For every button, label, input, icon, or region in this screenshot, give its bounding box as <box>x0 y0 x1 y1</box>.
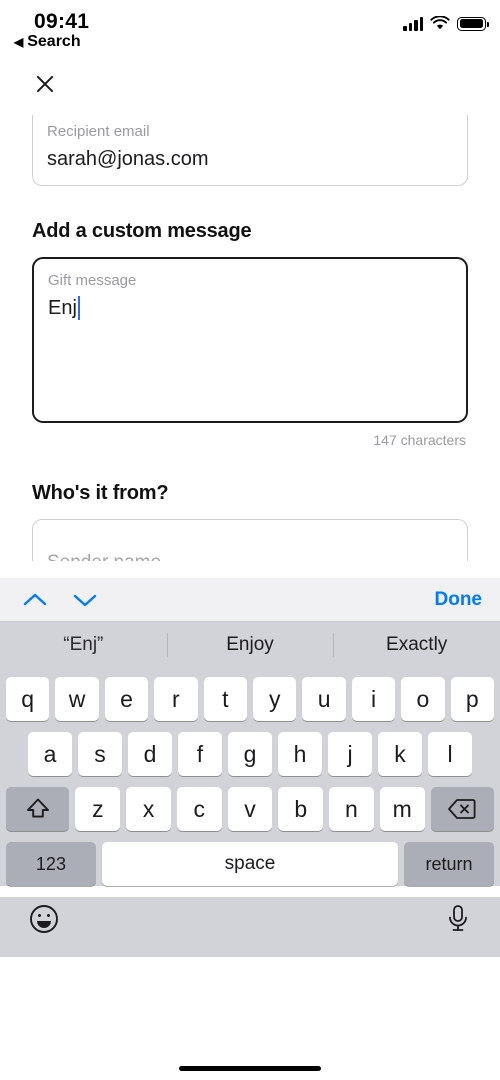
keyboard-row-2: a s d f g h j k l <box>3 732 497 776</box>
wifi-icon <box>430 16 450 30</box>
sender-name-field[interactable]: Sender name <box>32 519 468 561</box>
suggestion-item-2[interactable]: Exactly <box>333 622 500 668</box>
sender-name-label: Sender name <box>47 552 453 561</box>
battery-icon <box>457 16 489 31</box>
suggestion-item-0[interactable]: “Enj” <box>0 622 167 668</box>
key-w[interactable]: w <box>55 677 99 721</box>
numeric-keyboard-button[interactable]: 123 <box>6 842 96 886</box>
key-e[interactable]: e <box>104 677 149 721</box>
key-i[interactable]: i <box>351 677 396 721</box>
back-arrow-icon: ◀ <box>14 35 24 49</box>
return-key[interactable]: return <box>404 842 494 886</box>
key-u[interactable]: u <box>302 677 346 721</box>
custom-message-heading: Add a custom message <box>32 220 252 242</box>
recipient-email-label: Recipient email <box>47 123 150 140</box>
key-v[interactable]: v <box>227 787 273 831</box>
chevron-up-icon[interactable] <box>18 583 52 617</box>
keyboard-row-1: q w e r t y u i o p <box>3 677 497 721</box>
sender-heading: Who's it from? <box>32 482 169 504</box>
gift-message-input[interactable]: Gift message Enj <box>32 257 468 423</box>
key-r[interactable]: r <box>154 677 198 721</box>
keyboard-bottom-bar <box>0 897 500 957</box>
key-q[interactable]: q <box>5 677 50 721</box>
key-g[interactable]: g <box>228 732 272 776</box>
cellular-signal-icon <box>403 16 423 31</box>
status-bar: 09:41 ◀ Search <box>0 0 500 52</box>
key-y[interactable]: y <box>253 677 297 721</box>
key-j[interactable]: j <box>328 732 372 776</box>
key-h[interactable]: h <box>278 732 322 776</box>
key-c[interactable]: c <box>176 787 222 831</box>
keyboard-accessory-toolbar: Done <box>0 578 500 622</box>
gift-message-value-row: Enj <box>48 295 452 321</box>
key-k[interactable]: k <box>378 732 422 776</box>
microphone-icon[interactable] <box>444 903 472 940</box>
recipient-email-field[interactable]: Recipient email sarah@jonas.com <box>32 115 468 186</box>
key-t[interactable]: t <box>203 677 247 721</box>
key-b[interactable]: b <box>278 787 324 831</box>
recipient-email-value: sarah@jonas.com <box>47 148 209 170</box>
key-n[interactable]: n <box>329 787 374 831</box>
keyboard-row-4: 123 space return <box>3 842 497 886</box>
virtual-keyboard: q w e r t y u i o p a s d f g h j k l z <box>0 668 500 886</box>
chevron-down-icon[interactable] <box>68 583 102 617</box>
status-bar-time: 09:41 <box>34 10 90 33</box>
key-o[interactable]: o <box>401 677 445 721</box>
text-cursor <box>77 296 81 320</box>
emoji-icon[interactable] <box>28 903 60 940</box>
home-indicator <box>179 1066 321 1071</box>
key-m[interactable]: m <box>379 787 425 831</box>
key-s[interactable]: s <box>78 732 122 776</box>
key-x[interactable]: x <box>126 787 171 831</box>
suggestion-item-1[interactable]: Enjoy <box>166 622 334 668</box>
status-bar-icons <box>403 16 489 31</box>
key-l[interactable]: l <box>428 732 472 776</box>
autocorrect-suggestion-bar: “Enj” Enjoy Exactly <box>0 622 500 668</box>
gift-message-value: Enj <box>48 297 77 319</box>
space-key[interactable]: space <box>101 842 399 886</box>
key-z[interactable]: z <box>75 787 121 831</box>
character-counter: 147 characters <box>373 432 466 448</box>
keyboard-row-3: z x c v b n m <box>3 787 497 831</box>
keyboard-region[interactable]: Done “Enj” Enjoy Exactly q w e r t y u i… <box>0 578 500 1080</box>
key-d[interactable]: d <box>128 732 172 776</box>
backspace-icon[interactable] <box>430 787 495 831</box>
close-icon[interactable] <box>32 71 58 97</box>
key-p[interactable]: p <box>450 677 495 721</box>
gift-message-label: Gift message <box>48 272 137 289</box>
keyboard-done-button[interactable]: Done <box>435 589 483 611</box>
back-to-search-link[interactable]: ◀ Search <box>14 33 81 51</box>
back-link-label: Search <box>27 33 81 50</box>
key-f[interactable]: f <box>178 732 222 776</box>
shift-icon[interactable] <box>5 787 70 831</box>
key-a[interactable]: a <box>28 732 72 776</box>
